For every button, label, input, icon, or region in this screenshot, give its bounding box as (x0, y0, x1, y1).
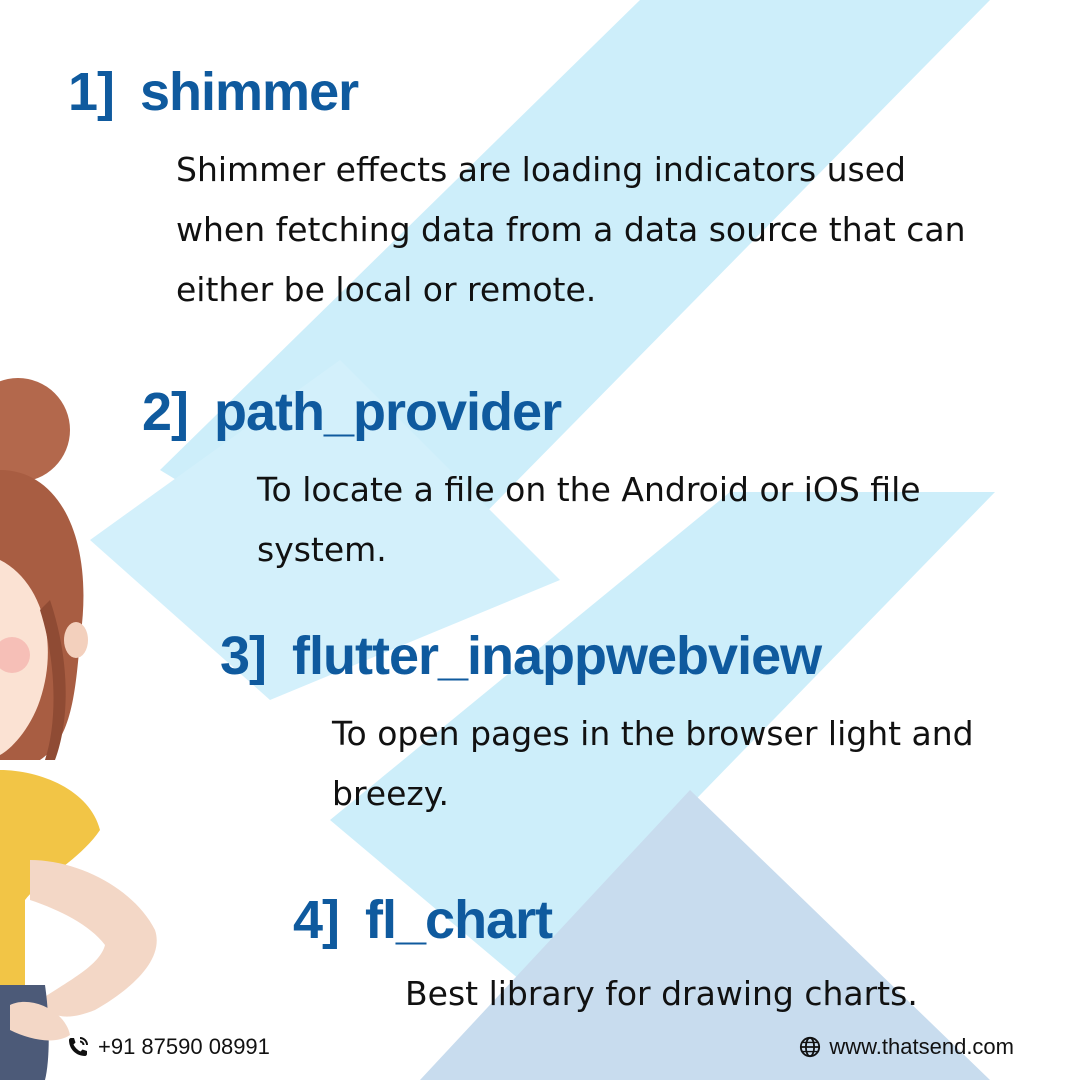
globe-icon (800, 1036, 821, 1058)
item-description: Shimmer effects are loading indicators u… (176, 150, 966, 309)
item-number: 4] (293, 890, 340, 950)
character-illustration (0, 378, 157, 1080)
item-title: 4] fl_chart (293, 890, 1045, 950)
item-description: To open pages in the browser light and b… (332, 714, 974, 813)
item-description: Best library for drawing charts. (405, 974, 918, 1013)
item-title: 1] shimmer (68, 62, 996, 122)
library-item-shimmer: 1] shimmer Shimmer effects are loading in… (68, 62, 996, 320)
website-url: www.thatsend.com (829, 1034, 1014, 1059)
phone-icon (69, 1037, 88, 1056)
library-item-flutter-inappwebview: 3] flutter_inappwebview To open pages in … (220, 626, 992, 824)
item-name: path_provider (214, 382, 562, 442)
item-name: shimmer (140, 62, 359, 122)
library-item-fl-chart: 4] fl_chart Best library for drawing char… (293, 890, 1045, 1024)
phone-number: +91 87590 08991 (98, 1034, 270, 1059)
item-name: fl_chart (365, 890, 553, 950)
library-item-path-provider: 2] path_provider To locate a file on the … (142, 382, 977, 580)
footer-website[interactable]: www.thatsend.com (799, 1034, 1014, 1060)
item-name: flutter_inappwebview (292, 626, 822, 686)
item-description: To locate a file on the Android or iOS f… (257, 470, 921, 569)
item-number: 2] (142, 382, 189, 442)
footer-phone[interactable]: +91 87590 08991 (66, 1034, 270, 1060)
item-number: 3] (220, 626, 267, 686)
item-title: 2] path_provider (142, 382, 977, 442)
item-number: 1] (68, 62, 115, 122)
item-title: 3] flutter_inappwebview (220, 626, 992, 686)
